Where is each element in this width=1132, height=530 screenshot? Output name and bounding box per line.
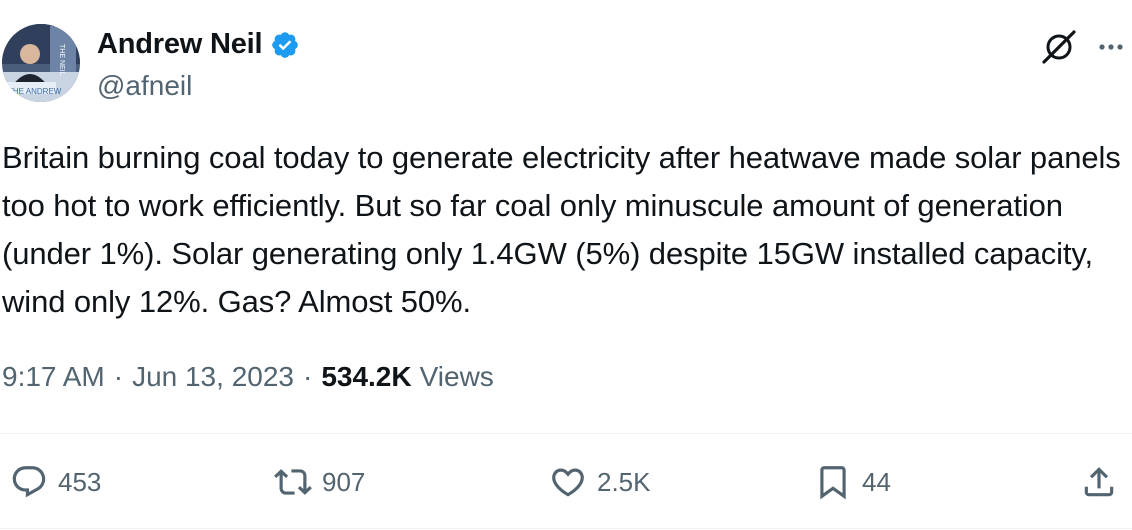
bottom-divider (0, 528, 1132, 529)
bookmark-count: 44 (862, 466, 891, 497)
grok-icon[interactable] (1040, 28, 1078, 66)
meta-separator: · (113, 361, 124, 392)
divider (0, 433, 1132, 434)
more-icon[interactable] (1096, 32, 1126, 62)
verified-badge-icon[interactable] (270, 30, 300, 60)
repost-button[interactable]: 907 (274, 462, 365, 502)
bookmark-icon (820, 466, 846, 500)
avatar-label-bottom: THE ANDREW (8, 87, 62, 96)
avatar-label-top: THE NEIL (58, 44, 65, 76)
like-button[interactable]: 2.5K (549, 462, 651, 502)
tweet-date[interactable]: Jun 13, 2023 (132, 361, 294, 393)
reply-count: 453 (58, 466, 102, 497)
repost-count: 907 (322, 466, 366, 497)
heart-icon (552, 468, 584, 497)
reply-button[interactable]: 453 (10, 462, 101, 502)
author-handle[interactable]: @afneil (97, 70, 192, 102)
meta-separator: · (302, 361, 313, 392)
like-count: 2.5K (597, 466, 651, 497)
reply-icon (12, 466, 46, 498)
author-name[interactable]: Andrew Neil (97, 28, 300, 61)
tweet-card: THE ANDREW THE NEIL Andrew Neil @afneil … (0, 0, 1132, 530)
share-icon (1084, 467, 1114, 497)
author-name-text[interactable]: Andrew Neil (97, 28, 263, 61)
avatar[interactable]: THE ANDREW THE NEIL (2, 24, 80, 102)
views-label[interactable]: Views (420, 361, 494, 393)
views-count[interactable]: 534.2K (321, 361, 411, 393)
tweet-meta: 9:17 AM · Jun 13, 2023 · 534.2K Views (2, 361, 494, 393)
share-button[interactable] (1080, 462, 1118, 502)
tweet-time[interactable]: 9:17 AM (2, 361, 105, 393)
repost-icon (274, 469, 312, 495)
bookmark-button[interactable]: 44 (814, 462, 891, 502)
tweet-text: Britain burning coal today to generate e… (2, 140, 1121, 319)
